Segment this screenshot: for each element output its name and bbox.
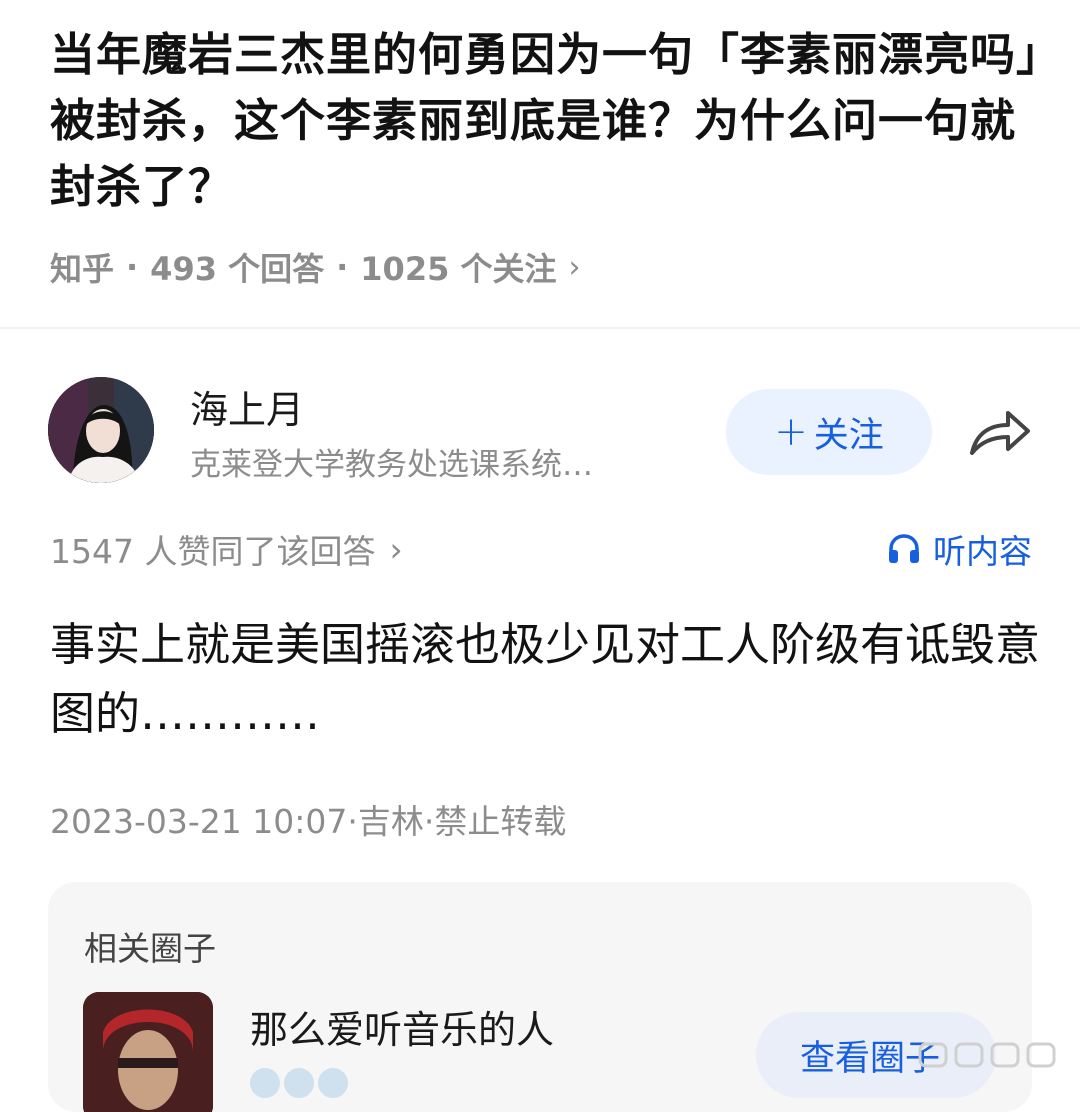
related-circle-title: 相关圈子 [84,929,216,968]
avatar [250,1068,280,1098]
circle-name[interactable]: 那么爱听音乐的人 [250,999,554,1054]
plus-icon: + [774,409,808,455]
listen-label: 听内容 [933,532,1032,571]
follow-label: 关注 [813,415,884,456]
question-header: 当年魔岩三杰里的何勇因为一句「李素丽漂亮吗」被封杀，这个李素丽到底是谁？为什么问… [50,22,1040,290]
question-title[interactable]: 当年魔岩三杰里的何勇因为一句「李素丽漂亮吗」被封杀，这个李素丽到底是谁？为什么问… [50,22,1040,220]
avatar [318,1068,348,1098]
follow-button[interactable]: + 关注 [726,389,932,475]
answer-count: 493 个回答 [150,250,325,288]
chevron-right-icon: › [568,249,581,285]
answer-text[interactable]: 事实上就是美国摇滚也极少见对工人阶级有诋毁意图的………… [50,610,1040,748]
meta-separator: · [336,248,349,286]
source-label: 知乎 [50,250,115,288]
headphones-icon [889,534,919,563]
author-bio: 克莱登大学教务处选课系统… [190,447,593,483]
related-circle-card: 相关圈子 那么爱听音乐的人 查看圈子 [48,882,1032,1112]
follower-count: 1025 个关注 [360,250,557,288]
avatar[interactable] [48,377,154,483]
listen-button[interactable]: 听内容 [887,525,1032,573]
vote-count[interactable]: 1547 人赞同了该回答 › [50,525,403,573]
circle-thumbnail[interactable] [83,992,213,1112]
vote-count-text: 1547 人赞同了该回答 [50,532,376,571]
author-row: 海上月 克莱登大学教务处选课系统… + 关注 [48,377,1038,487]
author-name[interactable]: 海上月 [190,379,304,434]
section-divider [0,327,1080,329]
member-avatars [250,1068,348,1098]
watermark-icon [916,1038,1066,1072]
share-arrow-icon[interactable] [966,403,1034,461]
answer-meta: 2023-03-21 10:07·吉林·禁止转载 [50,802,567,841]
meta-separator: · [126,248,139,286]
votes-row: 1547 人赞同了该回答 › 听内容 [50,525,1032,573]
chevron-right-icon: › [389,529,403,569]
question-meta[interactable]: 知乎 · 493 个回答 · 1025 个关注 › [50,244,1040,290]
avatar [284,1068,314,1098]
